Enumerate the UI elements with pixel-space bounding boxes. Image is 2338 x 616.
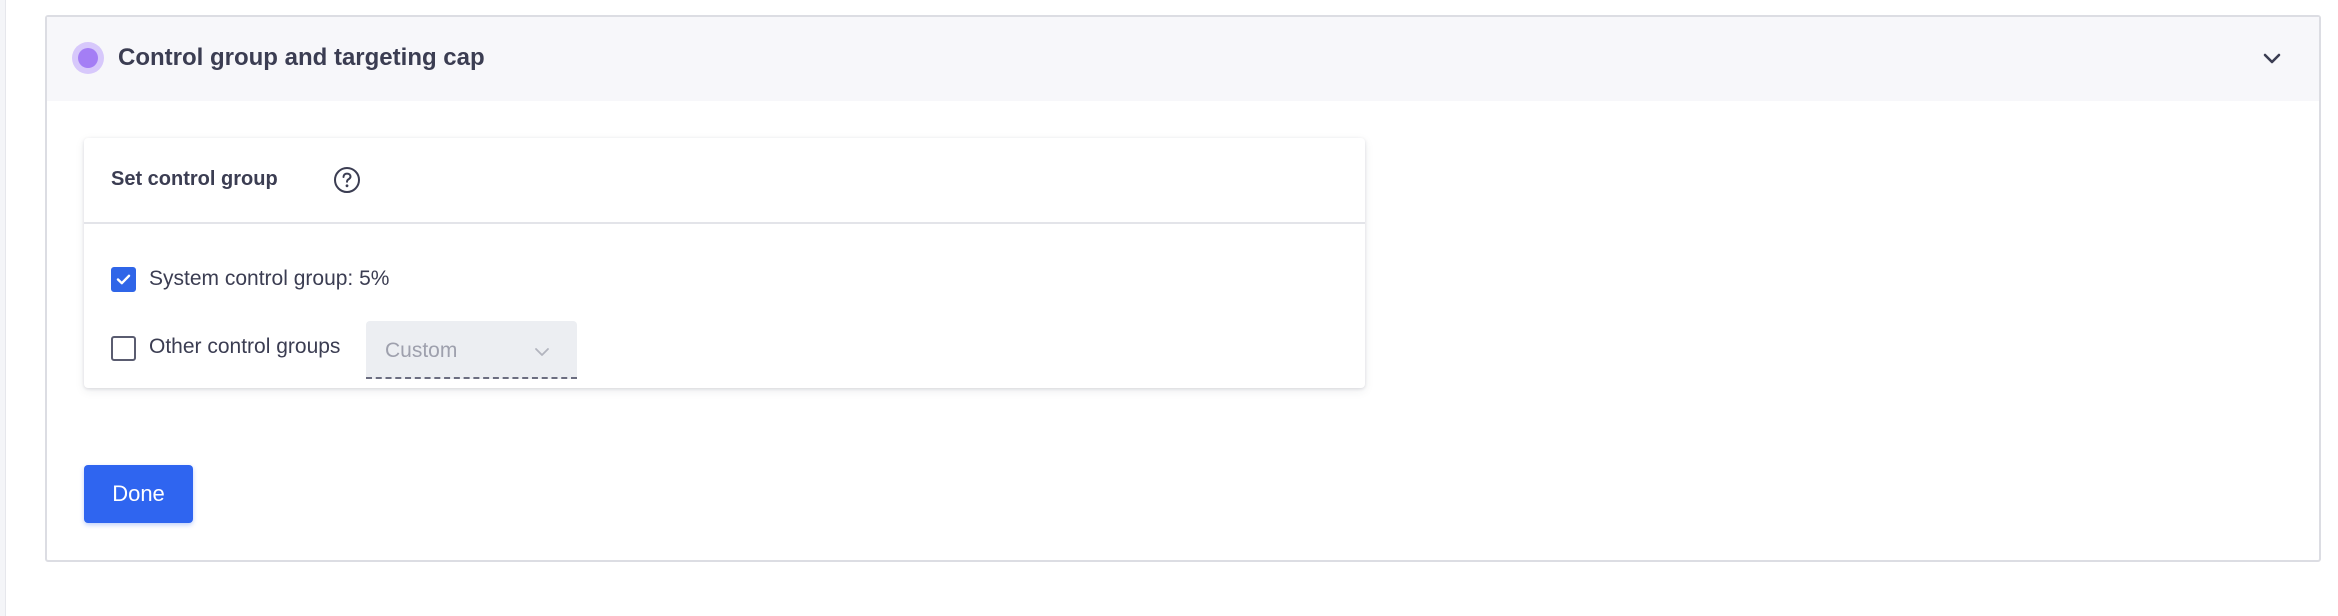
page-left-edge (0, 0, 6, 616)
card-header: Set control group (84, 138, 1365, 224)
done-button[interactable]: Done (84, 465, 193, 523)
panel-title: Control group and targeting cap (118, 44, 485, 71)
control-group-select[interactable]: Custom (366, 321, 577, 379)
check-icon (116, 274, 131, 285)
card-title: Set control group (111, 168, 278, 190)
question-circle-icon[interactable] (333, 166, 361, 194)
system-control-group-label: System control group: 5% (149, 267, 390, 290)
chevron-down-icon[interactable] (2259, 45, 2285, 71)
system-control-group-checkbox[interactable] (111, 267, 136, 292)
select-value: Custom (385, 339, 458, 362)
set-control-group-card: Set control group System control group: … (84, 138, 1365, 388)
panel-header[interactable]: Control group and targeting cap (47, 17, 2319, 101)
other-control-groups-checkbox[interactable] (111, 336, 136, 361)
other-control-groups-label: Other control groups (149, 335, 341, 358)
status-dot-icon (72, 42, 104, 74)
control-group-panel: Control group and targeting cap Set cont… (45, 15, 2321, 562)
chevron-down-icon (535, 348, 549, 356)
